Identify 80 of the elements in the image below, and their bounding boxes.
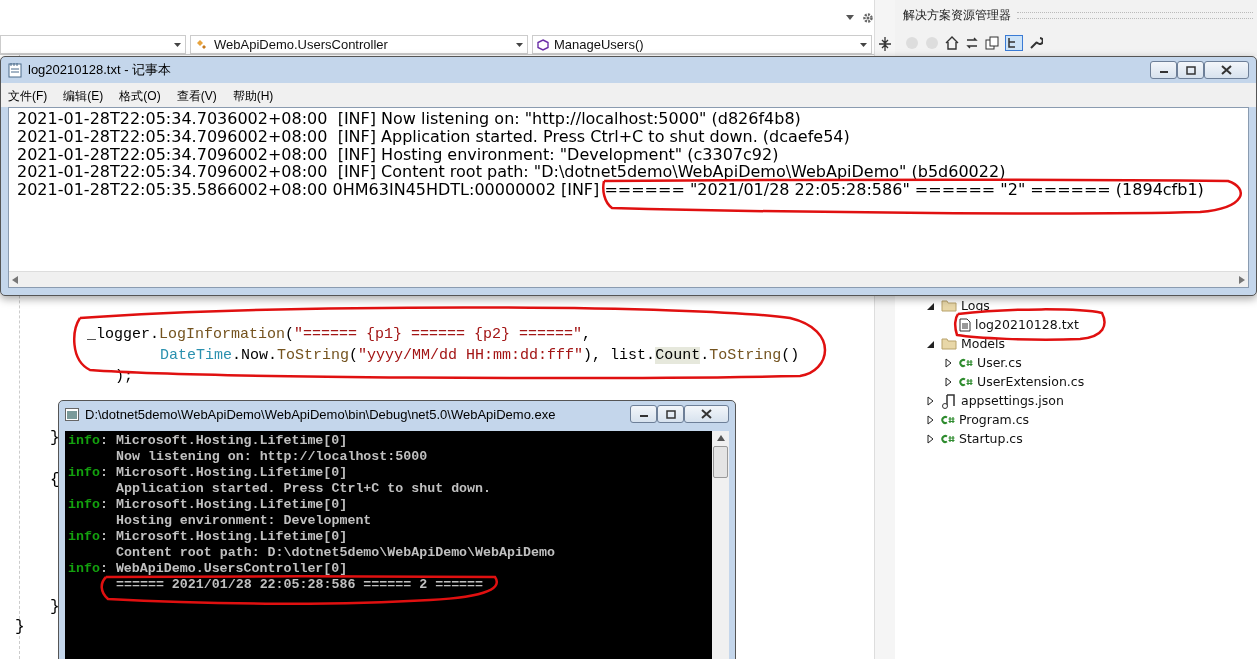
console-line: info: Microsoft.Hosting.Lifetime[0]: [68, 433, 348, 449]
collapsed-arrow-icon[interactable]: [925, 433, 935, 444]
scroll-left-icon[interactable]: [12, 275, 18, 284]
menu-item[interactable]: 格式(O): [119, 87, 161, 105]
maximize-icon: [665, 409, 676, 419]
dropdown-caret-icon[interactable]: [846, 15, 854, 20]
console-line: Hosting environment: Development: [116, 513, 372, 529]
log-line: 2021-01-28T22:05:34.7096002+08:00 [INF] Application started. Press Ctrl+C to shut down. (dcaefe54): [17, 127, 851, 146]
menu-item[interactable]: 文件(F): [8, 87, 48, 105]
collapsed-arrow-icon[interactable]: [925, 395, 935, 406]
tree-item[interactable]: UserExtension.cs: [977, 374, 1085, 389]
folder-icon: [941, 299, 957, 312]
console-line: info: Microsoft.Hosting.Lifetime[0]: [68, 465, 348, 481]
minimize-button[interactable]: [630, 405, 657, 423]
collapsed-arrow-icon[interactable]: [925, 414, 935, 425]
console-line: Application started. Press Ctrl+C to shut down.: [116, 481, 492, 497]
maximize-icon: [1185, 65, 1196, 75]
sync-icon[interactable]: [965, 36, 979, 50]
csharp-file-icon: [941, 414, 955, 425]
tree-item[interactable]: User.cs: [977, 355, 1022, 370]
panel-grip[interactable]: [1017, 11, 1253, 19]
notepad-icon: [8, 62, 22, 78]
menu-item[interactable]: 查看(V): [176, 87, 217, 105]
log-line: 2021-01-28T22:05:34.7036002+08:00 [INF] Now listening on: "http://localhost:5000" (d826f4b8): [17, 110, 802, 128]
menu-item[interactable]: 编辑(E): [63, 87, 104, 105]
code-brace: }: [15, 617, 25, 637]
member-dropdown[interactable]: ManageUsers(): [532, 35, 872, 54]
window-title: log20210128.txt - 记事本: [28, 61, 172, 79]
code-brace: }: [50, 428, 60, 448]
class-icon: [195, 38, 209, 51]
log-line: 2021-01-28T22:05:35.5866002+08:00 0HM63IN45HDTL:00000002 [INF] ====== "2021/01/28 22:05:28:586" ====== "2" ====== (1894cfb1): [17, 181, 1205, 199]
maximize-button[interactable]: [1177, 61, 1204, 79]
caret-icon: [860, 42, 867, 47]
scroll-up-icon[interactable]: [716, 435, 725, 441]
close-button[interactable]: [684, 405, 729, 423]
cube-icon: [537, 38, 549, 51]
menu-item[interactable]: 帮助(H): [232, 87, 274, 105]
console-line: Now listening on: http://localhost:5000: [116, 449, 428, 465]
caret-icon: [516, 42, 523, 47]
hierarchy-icon[interactable]: [1005, 35, 1023, 51]
folder-icon: [941, 337, 957, 350]
code-line: _logger.LogInformation("====== {p1} ====== {p2} ======",: [87, 326, 592, 343]
type-dropdown[interactable]: WebApiDemo.UsersController: [190, 35, 528, 54]
log-line: 2021-01-28T22:05:34.7096002+08:00 [INF] Content root path: "D:\dotnet5demo\WebApiDemo\WebApiDemo" (b5d60022): [17, 163, 1007, 182]
split-icon[interactable]: [879, 37, 891, 51]
panel-title: 解决方案资源管理器: [903, 6, 1011, 24]
document-icon: [959, 317, 971, 332]
tree-item[interactable]: log20210128.txt: [975, 317, 1079, 332]
console-line: info: Microsoft.Hosting.Lifetime[0]: [68, 529, 348, 545]
scroll-right-icon[interactable]: [1239, 275, 1245, 284]
caret-icon: [174, 42, 181, 47]
console-line: info: WebApiDemo.UsersController[0]: [68, 561, 348, 577]
code-brace: {: [50, 470, 60, 490]
csharp-file-icon: [959, 376, 973, 387]
code-line: DateTime.Now.ToString("yyyy/MM/dd HH:mm:dd:fff"), list.Count.ToString(): [160, 347, 800, 364]
maximize-button[interactable]: [657, 405, 684, 423]
close-icon: [701, 409, 712, 419]
minimize-button[interactable]: [1150, 61, 1177, 79]
log-line: 2021-01-28T22:05:34.7096002+08:00 [INF] Hosting environment: "Development" (c3307c92): [17, 145, 779, 164]
console-line: ====== 2021/01/28 22:05:28:586 ====== 2 ======: [116, 577, 484, 593]
tree-item[interactable]: Program.cs: [959, 412, 1030, 427]
home-icon[interactable]: [945, 36, 959, 50]
close-button[interactable]: [1204, 61, 1249, 79]
window-title: D:\dotnet5demo\WebApiDemo\WebApiDemo\bin\Debug\net5.0\WebApiDemo.exe: [85, 406, 556, 422]
copy-icon[interactable]: [985, 36, 999, 50]
scrollbar-thumb[interactable]: [713, 446, 728, 478]
code-brace: }: [50, 597, 60, 617]
gear-icon[interactable]: [862, 11, 874, 24]
console-line: info: Microsoft.Hosting.Lifetime[0]: [68, 497, 348, 513]
csharp-file-icon: [959, 357, 973, 368]
csharp-file-icon: [941, 433, 955, 444]
console-icon: [65, 407, 79, 421]
collapsed-arrow-icon[interactable]: [943, 357, 953, 368]
settings-file-icon: [941, 392, 957, 409]
console-line: Content root path: D:\dotnet5demo\WebApiDemo\WebApiDemo: [116, 545, 555, 561]
collapsed-arrow-icon[interactable]: [943, 376, 953, 387]
close-icon: [1221, 65, 1232, 75]
tree-item[interactable]: Startup.cs: [959, 431, 1023, 446]
tree-item[interactable]: appsettings.json: [961, 393, 1064, 408]
tree-item[interactable]: Models: [961, 336, 1006, 351]
